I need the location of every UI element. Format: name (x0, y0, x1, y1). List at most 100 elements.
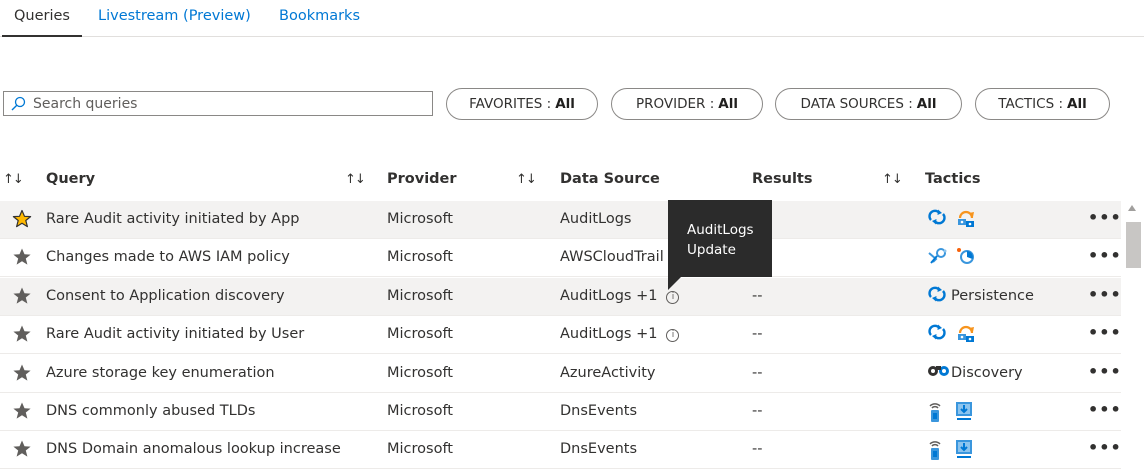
query-name[interactable]: Rare Audit activity initiated by App (46, 211, 300, 227)
query-name[interactable]: DNS commonly abused TLDs (46, 403, 255, 419)
more-options-icon[interactable]: ••• (1088, 362, 1122, 381)
tab-bar: Queries Livestream (Preview) Bookmarks (0, 0, 1144, 37)
provider-cell: Microsoft (387, 326, 453, 343)
data-source-text: DnsEvents (560, 403, 638, 419)
sort-results-icon[interactable]: ↑↓ (882, 172, 903, 187)
more-options-icon[interactable]: ••• (1088, 323, 1122, 342)
results-cell: -- (752, 441, 763, 458)
data-source-cell: AuditLogs (560, 211, 631, 227)
filter-value: All (718, 96, 738, 112)
favorite-star-filled-icon[interactable] (12, 209, 32, 229)
privilege-escalation-icon (955, 209, 977, 233)
tactic-label: Discovery (951, 364, 1023, 381)
filter-name: TACTICS (998, 96, 1055, 112)
table-row[interactable]: Azure storage key enumeration Microsoft Az… (0, 355, 1121, 393)
results-cell: -- (752, 287, 763, 304)
tactic-label: Persistence (951, 287, 1034, 304)
privilege-escalation-icon (955, 324, 977, 348)
favorites-filter[interactable]: FAVORITES : All (446, 88, 598, 120)
results-cell: -- (752, 364, 763, 381)
defense-evasion-icon (955, 247, 977, 269)
table-row[interactable]: Changes made to AWS IAM policy Microsoft A… (0, 239, 1122, 278)
data-source-cell: AuditLogs +1 i (560, 326, 680, 343)
data-source-text: AzureActivity (560, 364, 656, 381)
favorite-star-icon[interactable] (12, 363, 32, 383)
search-box (3, 91, 433, 116)
column-header-provider[interactable]: Provider (387, 171, 457, 191)
more-options-icon[interactable]: ••• (1088, 438, 1122, 457)
sort-favorite-icon[interactable]: ↑↓ (3, 172, 24, 187)
query-name[interactable]: DNS Domain anomalous lookup increase (46, 441, 341, 457)
data-source-cell: AzureActivity (560, 365, 656, 381)
data-sources-filter[interactable]: DATA SOURCES : All (775, 88, 962, 120)
column-header-data-source[interactable]: Data Source (560, 171, 660, 191)
more-options-icon[interactable]: ••• (1088, 208, 1122, 227)
exfiltration-icon (955, 401, 973, 425)
favorite-star-icon[interactable] (12, 247, 32, 267)
discovery-icon (927, 363, 951, 381)
filter-name: DATA SOURCES (800, 96, 904, 112)
provider-cell: Microsoft (387, 249, 453, 266)
more-options-icon[interactable]: ••• (1088, 285, 1122, 304)
credential-access-icon (927, 247, 949, 269)
query-name[interactable]: Rare Audit activity initiated by User (46, 326, 304, 342)
scroll-up-arrow-icon[interactable] (1128, 205, 1136, 211)
persistence-icon (927, 286, 947, 306)
column-header-tactics[interactable]: Tactics (925, 171, 981, 191)
tooltip-line: AuditLogs (687, 222, 754, 238)
search-icon (11, 96, 26, 111)
info-icon[interactable]: i (666, 290, 680, 304)
data-source-text: AuditLogs +1 (560, 326, 658, 343)
data-source-cell: DnsEvents (560, 403, 637, 419)
query-name[interactable]: Azure storage key enumeration (46, 365, 275, 381)
table-row[interactable]: Consent to Application discovery Microsof… (0, 277, 1122, 316)
results-cell: -- (752, 326, 763, 343)
table-row[interactable]: DNS commonly abused TLDs Microsoft DnsEven… (0, 393, 1121, 431)
query-name[interactable]: Consent to Application discovery (46, 288, 285, 304)
provider-cell: Microsoft (387, 403, 453, 419)
tooltip-line: Update (687, 242, 736, 258)
data-source-text: AWSCloudTrail (560, 249, 664, 266)
command-and-control-icon (927, 401, 943, 427)
tab-livestream[interactable]: Livestream (Preview) (98, 8, 251, 28)
more-options-icon[interactable]: ••• (1088, 246, 1122, 265)
sort-provider-icon[interactable]: ↑↓ (516, 172, 537, 187)
tactics-filter[interactable]: TACTICS : All (975, 88, 1110, 120)
scrollbar-thumb[interactable] (1126, 222, 1141, 268)
favorite-star-icon[interactable] (12, 401, 32, 421)
sort-query-icon[interactable]: ↑↓ (345, 172, 366, 187)
more-options-icon[interactable]: ••• (1088, 400, 1122, 419)
filter-name: FAVORITES (469, 96, 543, 112)
persistence-icon (927, 209, 947, 229)
query-name[interactable]: Changes made to AWS IAM policy (46, 249, 290, 265)
column-header-results[interactable]: Results (752, 171, 813, 191)
favorite-star-icon[interactable] (12, 286, 32, 306)
data-source-text: AuditLogs (560, 211, 632, 227)
persistence-icon (927, 324, 947, 344)
search-input[interactable] (33, 94, 423, 113)
info-icon[interactable]: i (666, 329, 680, 343)
tab-queries[interactable]: Queries (2, 8, 82, 37)
table-row[interactable]: Rare Audit activity initiated by App Micr… (0, 201, 1121, 239)
provider-cell: Microsoft (387, 287, 453, 304)
data-source-cell: DnsEvents (560, 441, 637, 457)
table-row[interactable]: DNS Domain anomalous lookup increase Micr… (0, 431, 1122, 470)
favorite-star-icon[interactable] (12, 439, 32, 459)
favorite-star-icon[interactable] (12, 324, 32, 344)
data-source-cell: AWSCloudTrail (560, 249, 664, 265)
provider-cell: Microsoft (387, 211, 453, 227)
column-header-query[interactable]: Query (46, 171, 95, 191)
tab-bookmarks[interactable]: Bookmarks (279, 8, 360, 28)
exfiltration-icon (955, 439, 973, 463)
command-and-control-icon (927, 439, 943, 465)
data-source-tooltip: AuditLogs Update (668, 200, 772, 290)
data-source-text: AuditLogs +1 (560, 287, 658, 304)
results-cell: -- (752, 403, 763, 419)
table-row[interactable]: Rare Audit activity initiated by User Mic… (0, 316, 1122, 355)
filter-name: PROVIDER (636, 96, 706, 112)
tooltip-beak (668, 277, 681, 290)
filter-value: All (916, 96, 937, 112)
filter-value: All (555, 96, 575, 112)
provider-filter[interactable]: PROVIDER : All (611, 88, 763, 120)
provider-cell: Microsoft (387, 441, 453, 458)
